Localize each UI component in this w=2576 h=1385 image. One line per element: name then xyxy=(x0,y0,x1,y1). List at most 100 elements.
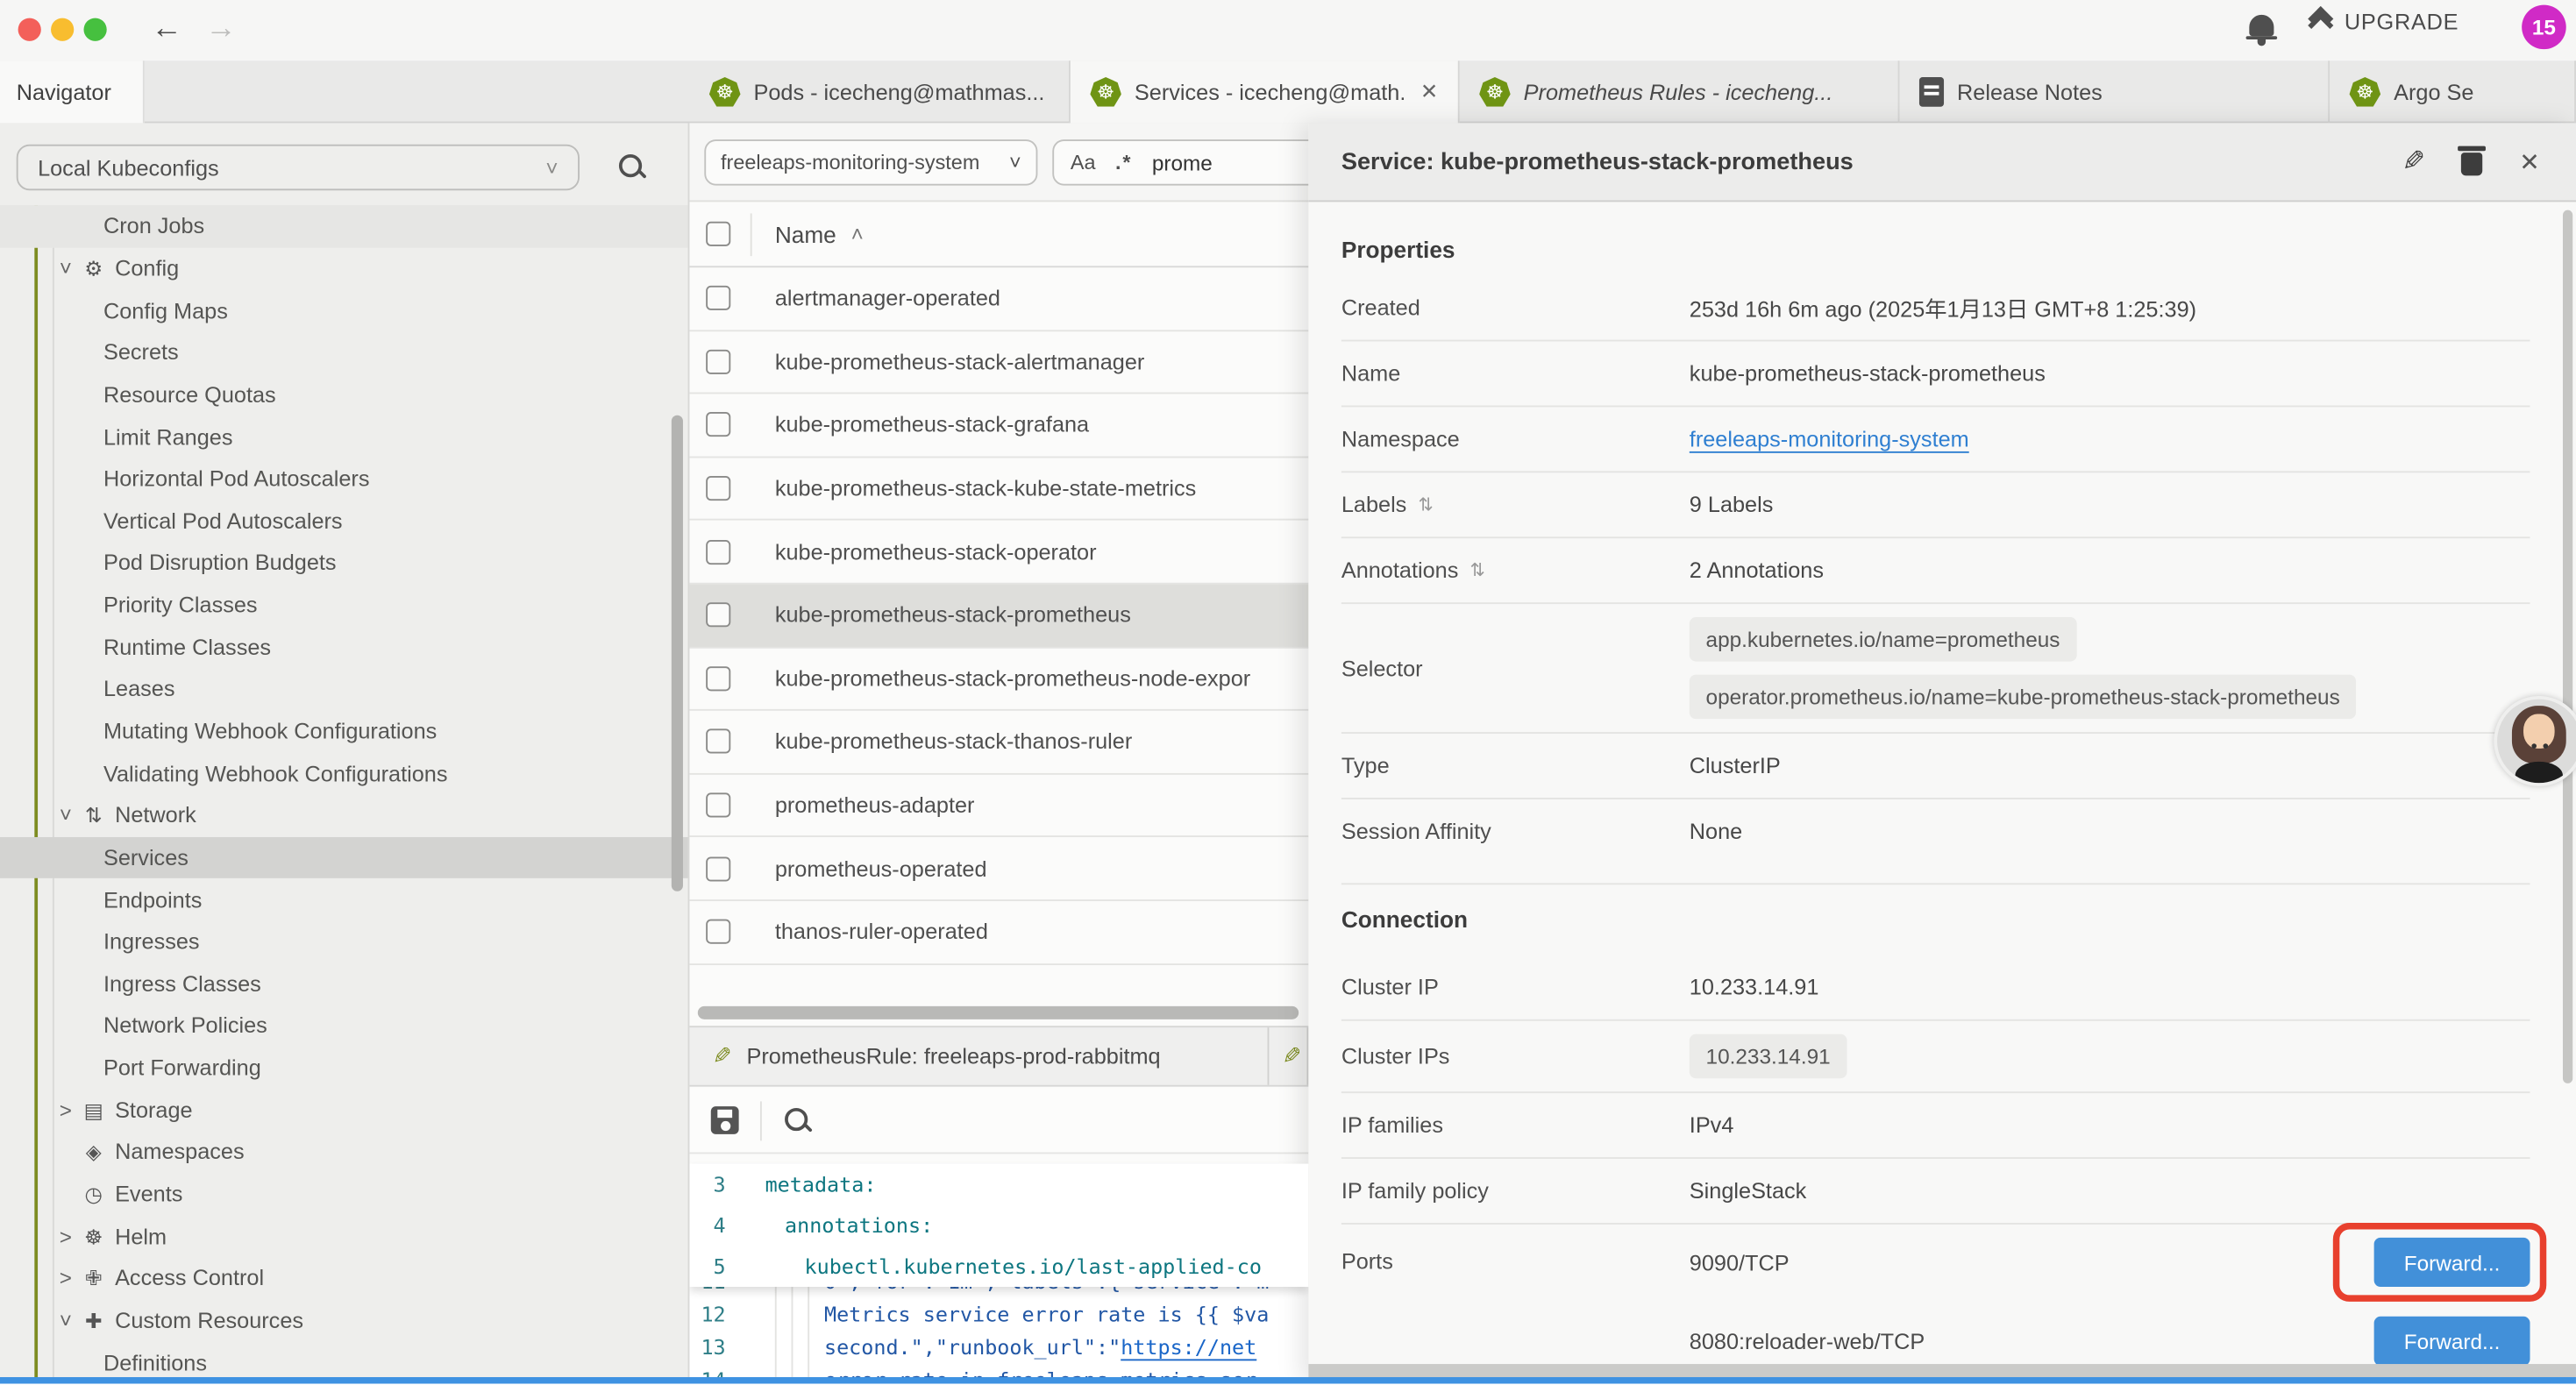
row-checkbox[interactable] xyxy=(706,539,730,564)
table-row-kube-prometheus-stack-alertmanager[interactable]: kube-prometheus-stack-alertmanager xyxy=(689,330,1308,394)
tab-pods-icecheng-mathmas[interactable]: Pods - icecheng@mathmas... xyxy=(689,60,1070,123)
namespace-link[interactable]: freeleaps-monitoring-system xyxy=(1690,427,1969,451)
sidebar-item-priority-classes[interactable]: Priority Classes xyxy=(0,584,688,626)
edit-icon[interactable] xyxy=(2402,146,2426,178)
table-row-kube-prometheus-stack-prometheus-node-expor[interactable]: kube-prometheus-stack-prometheus-node-ex… xyxy=(689,648,1308,711)
editor-tab-partial[interactable] xyxy=(1269,1027,1308,1085)
row-checkbox[interactable] xyxy=(706,856,730,881)
notifications-bell-icon[interactable] xyxy=(2249,15,2274,36)
chevron-right-icon[interactable] xyxy=(54,1266,77,1290)
editor-tab-prometheusrule[interactable]: PrometheusRule: freeleaps-prod-rabbitmq xyxy=(689,1027,1269,1085)
sidebar-item-port-forwarding[interactable]: Port Forwarding xyxy=(0,1047,688,1089)
row-checkbox[interactable] xyxy=(706,793,730,818)
forward-button[interactable]: Forward... xyxy=(2374,1238,2530,1287)
chevron-right-icon[interactable] xyxy=(54,1224,77,1248)
sort-updown-icon[interactable] xyxy=(1469,560,1484,581)
sidebar-item-network-policies[interactable]: Network Policies xyxy=(0,1005,688,1047)
sidebar-item-ingress-classes[interactable]: Ingress Classes xyxy=(0,962,688,1005)
search-icon[interactable] xyxy=(785,1107,811,1133)
sidebar-item-access-control[interactable]: Access Control xyxy=(0,1257,688,1299)
sidebar-item-custom-resources[interactable]: Custom Resources xyxy=(0,1299,688,1341)
namespace-filter-select[interactable]: freeleaps-monitoring-system xyxy=(704,139,1037,185)
select-all-checkbox[interactable] xyxy=(706,222,730,246)
sidebar-item-mutating-webhook-configurations[interactable]: Mutating Webhook Configurations xyxy=(0,710,688,752)
service-search-box[interactable]: Aa .* prome xyxy=(1052,139,1308,185)
sidebar-item-secrets[interactable]: Secrets xyxy=(0,331,688,373)
sidebar-item-config-maps[interactable]: Config Maps xyxy=(0,289,688,331)
upgrade-button[interactable]: UPGRADE xyxy=(2311,10,2459,34)
search-icon[interactable] xyxy=(619,154,645,181)
sidebar-item-horizontal-pod-autoscalers[interactable]: Horizontal Pod Autoscalers xyxy=(0,458,688,500)
close-icon[interactable] xyxy=(2519,147,2540,177)
chevron-right-icon[interactable] xyxy=(54,1097,77,1122)
minimize-window-button[interactable] xyxy=(51,18,74,41)
detail-scrollbar[interactable] xyxy=(2563,210,2572,1083)
detail-horizontal-scrollbar[interactable] xyxy=(1308,1364,2576,1377)
search-input[interactable]: prome xyxy=(1152,150,1213,174)
user-avatar[interactable] xyxy=(2494,696,2576,786)
tab-argo-se[interactable]: Argo Se xyxy=(2330,60,2576,123)
table-row-kube-prometheus-stack-thanos-ruler[interactable]: kube-prometheus-stack-thanos-ruler xyxy=(689,711,1308,774)
table-row-prometheus-operated[interactable]: prometheus-operated xyxy=(689,838,1308,901)
table-row-kube-prometheus-stack-kube-state-metrics[interactable]: kube-prometheus-stack-kube-state-metrics xyxy=(689,458,1308,521)
sort-updown-icon[interactable] xyxy=(1418,494,1433,515)
row-checkbox[interactable] xyxy=(706,476,730,501)
sidebar-item-events[interactable]: Events xyxy=(0,1173,688,1215)
tab-release-notes[interactable]: Release Notes xyxy=(1899,60,2330,123)
maximize-window-button[interactable] xyxy=(83,18,106,41)
sidebar-item-ingresses[interactable]: Ingresses xyxy=(0,920,688,962)
row-checkbox[interactable] xyxy=(706,286,730,310)
yaml-editor[interactable]: 110","for":"1m","labels":{"service":"m12… xyxy=(689,1164,1308,1384)
sort-asc-icon[interactable] xyxy=(851,222,864,246)
save-icon[interactable] xyxy=(711,1106,739,1134)
sidebar-item-storage[interactable]: Storage xyxy=(0,1089,688,1131)
close-tab-icon[interactable] xyxy=(1420,79,1438,105)
sidebar-item-services[interactable]: Services xyxy=(0,836,688,878)
runbook-link[interactable]: https://net xyxy=(1121,1333,1256,1358)
chevron-down-icon[interactable] xyxy=(54,803,77,827)
tab-prometheus-rules-icecheng[interactable]: Prometheus Rules - icecheng... xyxy=(1460,60,1900,123)
forward-button[interactable]: → xyxy=(205,5,237,54)
regex-toggle[interactable]: .* xyxy=(1115,151,1132,174)
sidebar-item-pod-disruption-budgets[interactable]: Pod Disruption Budgets xyxy=(0,542,688,584)
delete-icon[interactable] xyxy=(2462,153,2483,175)
table-row-thanos-ruler-operated[interactable]: thanos-ruler-operated xyxy=(689,901,1308,964)
table-row-kube-prometheus-stack-grafana[interactable]: kube-prometheus-stack-grafana xyxy=(689,394,1308,458)
sidebar-scrollbar[interactable] xyxy=(672,416,683,891)
table-row-kube-prometheus-stack-prometheus[interactable]: kube-prometheus-stack-prometheus xyxy=(689,585,1308,648)
row-checkbox[interactable] xyxy=(706,413,730,437)
sidebar-item-endpoints[interactable]: Endpoints xyxy=(0,878,688,920)
tab-navigator[interactable]: Navigator xyxy=(0,60,145,123)
port-link-8080-reloader-web-tcp[interactable]: 8080:reloader-web/TCP xyxy=(1690,1329,1925,1353)
table-row-prometheus-adapter[interactable]: prometheus-adapter xyxy=(689,774,1308,837)
name-column-header[interactable]: Name xyxy=(775,221,836,247)
kubeconfig-selector[interactable]: Local Kubeconfigs xyxy=(17,145,580,190)
row-checkbox[interactable] xyxy=(706,350,730,374)
sidebar-item-limit-ranges[interactable]: Limit Ranges xyxy=(0,416,688,458)
close-window-button[interactable] xyxy=(18,18,41,41)
row-checkbox[interactable] xyxy=(706,603,730,628)
tab-services-icecheng-math[interactable]: Services - icecheng@math... xyxy=(1071,60,1460,123)
horizontal-scrollbar[interactable] xyxy=(698,1006,1299,1019)
sidebar-item-config[interactable]: Config xyxy=(0,247,688,289)
sidebar-item-network[interactable]: Network xyxy=(0,794,688,836)
forward-button[interactable]: Forward... xyxy=(2374,1317,2530,1366)
sidebar-item-runtime-classes[interactable]: Runtime Classes xyxy=(0,626,688,668)
sidebar-item-cron-jobs[interactable]: Cron Jobs xyxy=(0,205,688,247)
table-row-alertmanager-operated[interactable]: alertmanager-operated xyxy=(689,267,1308,330)
sidebar-item-resource-quotas[interactable]: Resource Quotas xyxy=(0,373,688,416)
row-checkbox[interactable] xyxy=(706,729,730,754)
table-row-kube-prometheus-stack-operator[interactable]: kube-prometheus-stack-operator xyxy=(689,521,1308,584)
row-checkbox[interactable] xyxy=(706,920,730,944)
notification-count-badge[interactable]: 15 xyxy=(2522,5,2566,50)
back-button[interactable]: ← xyxy=(151,5,182,54)
sidebar-item-helm[interactable]: Helm xyxy=(0,1215,688,1257)
sidebar-item-leases[interactable]: Leases xyxy=(0,668,688,710)
row-checkbox[interactable] xyxy=(706,666,730,691)
match-case-toggle[interactable]: Aa xyxy=(1071,151,1096,174)
chevron-down-icon[interactable] xyxy=(54,256,77,281)
sidebar-item-validating-webhook-configurations[interactable]: Validating Webhook Configurations xyxy=(0,752,688,794)
port-link-9090-tcp[interactable]: 9090/TCP xyxy=(1690,1250,1790,1275)
sidebar-item-vertical-pod-autoscalers[interactable]: Vertical Pod Autoscalers xyxy=(0,500,688,542)
chevron-down-icon[interactable] xyxy=(54,1308,77,1332)
